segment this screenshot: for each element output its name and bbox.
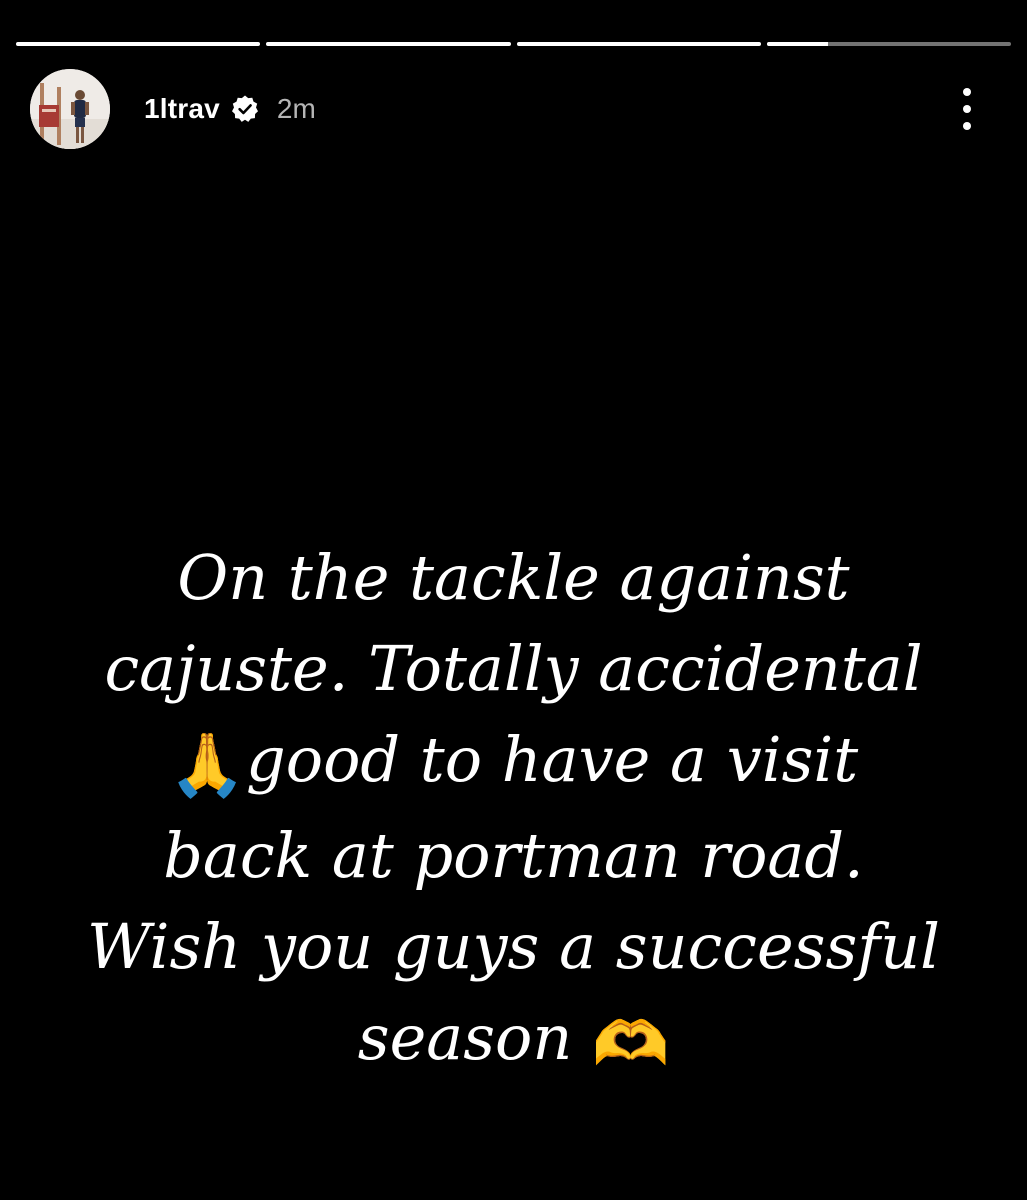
more-options-icon[interactable] [960,88,974,130]
username[interactable]: 1ltrav [144,93,220,125]
caption-line: back at portman road. [163,819,864,893]
story-timestamp: 2m [276,93,316,124]
progress-segment [516,42,761,46]
story-caption: On the tackle against cajuste. Totally a… [40,532,987,1089]
progress-segment [266,42,511,46]
story-viewer[interactable]: 1ltrav 2m On the tackle against cajuste.… [0,0,1027,1200]
avatar[interactable] [30,69,110,149]
caption-line: good to have a visit [246,723,859,796]
caption-line: cajuste. Totally accidental [104,632,923,705]
caption-line: On the tackle against [177,541,850,614]
caption-line: season [357,1001,573,1075]
heart-hands-emoji-icon: 🫶 [592,1006,670,1080]
progress-segment [766,42,1011,46]
caption-line: Wish you guys a successful [87,910,940,984]
verified-badge-icon [230,94,260,124]
story-progress-bar [16,42,1011,46]
progress-segment [16,42,261,46]
pray-emoji-icon: 🙏 [168,728,247,802]
avatar-photo-icon [30,69,110,149]
caption-line-with-emoji: season 🫶 [40,992,987,1088]
caption-line-with-emoji: 🙏good to have a visit [40,714,987,810]
story-header: 1ltrav 2m [30,69,997,149]
